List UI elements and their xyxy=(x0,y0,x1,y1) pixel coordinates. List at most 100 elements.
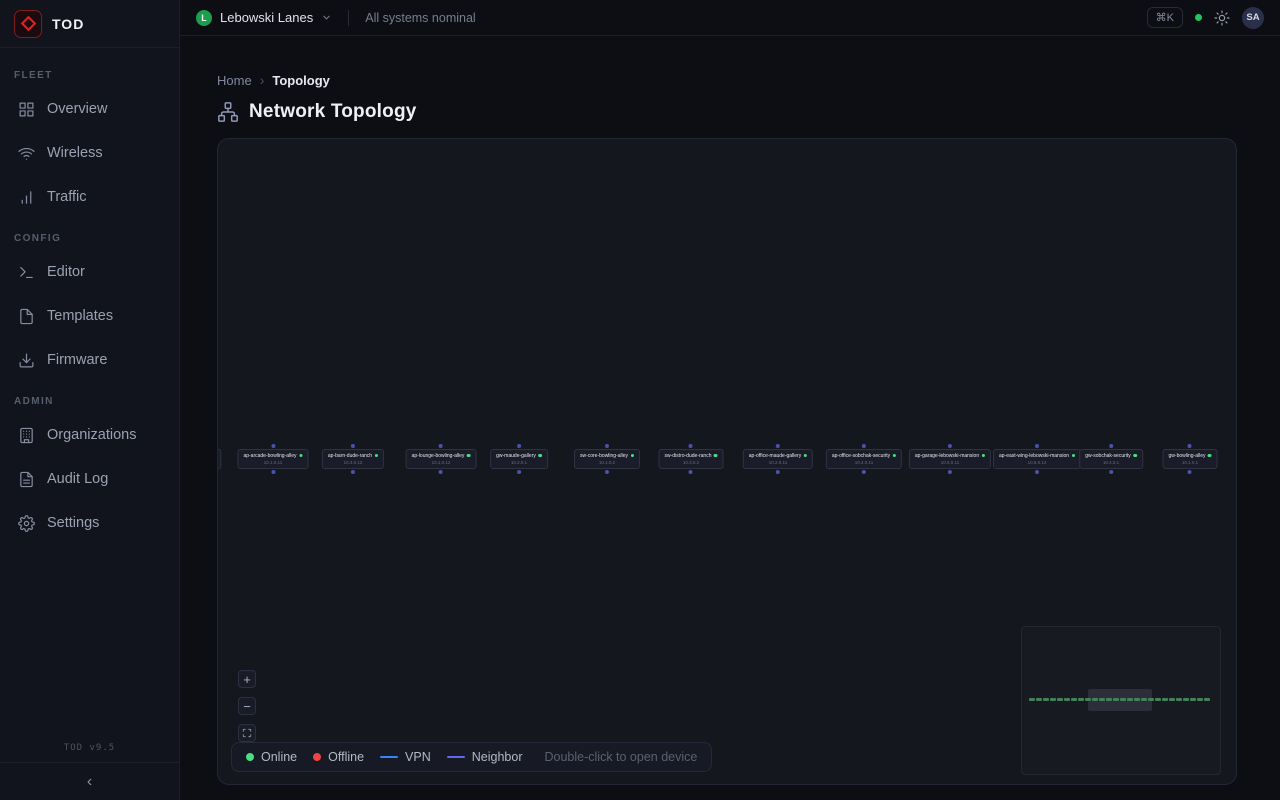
legend-offline: Offline xyxy=(313,750,364,764)
topology-node[interactable]: gw-sobchak-security10.4.0.1 xyxy=(1079,443,1143,475)
topology-node[interactable]: ap-east-wing-lebowski-mansion10.5.0.12 xyxy=(993,443,1081,475)
minimap-node-dash xyxy=(1043,698,1049,701)
node-handle-bottom xyxy=(271,470,275,474)
sidebar-item-label: Settings xyxy=(47,515,99,531)
topology-node[interactable]: ap-barn-dude-ranch10.3.0.12 xyxy=(322,443,384,475)
node-box: gw-sobchak-security10.4.0.1 xyxy=(1079,449,1143,469)
topology-node[interactable]: gw-dude-ranch10.3.0.1 xyxy=(217,443,222,475)
minimap-node-dash xyxy=(1162,698,1168,701)
minimap-dashes xyxy=(1029,698,1213,701)
node-handle-top xyxy=(271,444,275,448)
node-ip: 10.1.0.11 xyxy=(243,460,302,465)
node-box: sw-core-bowling-alley10.1.0.2 xyxy=(574,449,640,469)
sidebar-item-label: Editor xyxy=(47,264,85,280)
node-handle-bottom xyxy=(605,470,609,474)
node-box: ap-east-wing-lebowski-mansion10.5.0.12 xyxy=(993,449,1081,469)
node-status-dot xyxy=(893,454,897,458)
node-ip: 10.1.0.1 xyxy=(1169,460,1212,465)
collapse-sidebar-button[interactable]: ‹ xyxy=(77,770,102,794)
org-name: Lebowski Lanes xyxy=(220,10,313,25)
node-status-dot xyxy=(631,454,635,458)
terminal-icon xyxy=(18,264,35,281)
theme-toggle-button[interactable] xyxy=(1214,10,1230,26)
minimap-node-dash xyxy=(1064,698,1070,701)
topology-node[interactable]: ap-garage-lebowski-mansion10.5.0.11 xyxy=(909,443,991,475)
topology-node[interactable]: sw-distro-dude-ranch10.3.0.2 xyxy=(659,443,724,475)
topology-node[interactable]: ap-office-maude-gallery10.2.0.11 xyxy=(743,443,813,475)
page-title: Network Topology xyxy=(249,101,417,123)
legend-vpn: VPN xyxy=(380,750,431,764)
topology-node[interactable]: gw-bowling-alley10.1.0.1 xyxy=(1163,443,1218,475)
topology-node[interactable]: ap-arcade-bowling-alley10.1.0.11 xyxy=(237,443,308,475)
topbar-divider xyxy=(348,10,349,26)
sidebar-item-settings[interactable]: Settings xyxy=(10,501,169,545)
zoom-in-button[interactable]: + xyxy=(238,670,256,688)
topology-node[interactable]: sw-core-bowling-alley10.1.0.2 xyxy=(574,443,640,475)
sidebar-item-audit-log[interactable]: Audit Log xyxy=(10,457,169,501)
node-handle-top xyxy=(1188,444,1192,448)
minimap-node-dash xyxy=(1190,698,1196,701)
sidebar-item-organizations[interactable]: Organizations xyxy=(10,413,169,457)
node-handle-top xyxy=(517,444,521,448)
breadcrumb-home-link[interactable]: Home xyxy=(217,73,252,88)
node-handle-top xyxy=(948,444,952,448)
node-handle-top xyxy=(1035,444,1039,448)
topology-canvas[interactable]: gw-dude-ranch10.3.0.1 ap-arcade-bowling-a… xyxy=(217,138,1237,785)
node-handle-bottom xyxy=(862,470,866,474)
node-name: ap-office-maude-gallery xyxy=(749,453,801,459)
fit-view-icon xyxy=(242,728,252,738)
minimap-node-dash xyxy=(1134,698,1140,701)
node-status-dot xyxy=(375,454,379,458)
minimap-node-dash xyxy=(1197,698,1203,701)
offline-dot-icon xyxy=(313,753,321,761)
fit-view-button[interactable] xyxy=(238,724,256,742)
minimap[interactable] xyxy=(1021,626,1221,775)
user-avatar[interactable]: SA xyxy=(1242,7,1264,29)
minimap-node-dash xyxy=(1155,698,1161,701)
sun-icon xyxy=(1214,10,1230,26)
sidebar-item-templates[interactable]: Templates xyxy=(10,294,169,338)
main-area: L Lebowski Lanes All systems nominal ⌘K … xyxy=(180,0,1280,800)
node-box: ap-office-maude-gallery10.2.0.11 xyxy=(743,449,813,469)
minimap-node-dash xyxy=(1071,698,1077,701)
node-handle-top xyxy=(862,444,866,448)
sidebar-footer: ‹ xyxy=(0,762,179,800)
sidebar-item-editor[interactable]: Editor xyxy=(10,250,169,294)
sidebar-item-firmware[interactable]: Firmware xyxy=(10,338,169,382)
node-ip: 10.1.0.12 xyxy=(412,460,471,465)
node-name: gw-bowling-alley xyxy=(1169,453,1206,459)
org-switcher[interactable]: L Lebowski Lanes xyxy=(196,10,332,26)
command-palette-shortcut[interactable]: ⌘K xyxy=(1147,7,1183,28)
node-status-dot xyxy=(299,454,303,458)
node-handle-top xyxy=(605,444,609,448)
sidebar-item-traffic[interactable]: Traffic xyxy=(10,175,169,219)
node-name: sw-core-bowling-alley xyxy=(580,453,628,459)
node-handle-bottom xyxy=(1035,470,1039,474)
minimap-node-dash xyxy=(1099,698,1105,701)
node-handle-bottom xyxy=(1109,470,1113,474)
node-status-dot xyxy=(1208,454,1212,458)
node-name: ap-arcade-bowling-alley xyxy=(243,453,296,459)
sidebar-item-label: Organizations xyxy=(47,427,136,443)
zoom-out-button[interactable]: − xyxy=(238,697,256,715)
topbar: L Lebowski Lanes All systems nominal ⌘K … xyxy=(180,0,1280,36)
node-box: gw-maude-gallery10.2.0.1 xyxy=(490,449,548,469)
chevron-down-icon xyxy=(321,12,332,23)
sidebar-item-label: Overview xyxy=(47,101,107,117)
node-box: gw-dude-ranch10.3.0.1 xyxy=(217,449,222,469)
node-box: ap-garage-lebowski-mansion10.5.0.11 xyxy=(909,449,991,469)
node-box: ap-lounge-bowling-alley10.1.0.12 xyxy=(406,449,477,469)
node-ip: 10.2.0.1 xyxy=(496,460,542,465)
sidebar-item-wireless[interactable]: Wireless xyxy=(10,131,169,175)
sidebar-item-overview[interactable]: Overview xyxy=(10,87,169,131)
minimap-node-dash xyxy=(1141,698,1147,701)
node-handle-top xyxy=(689,444,693,448)
topology-node[interactable]: ap-office-sobchak-security10.4.0.11 xyxy=(826,443,902,475)
chevron-right-icon: › xyxy=(260,72,265,88)
grid-icon xyxy=(18,101,35,118)
sidebar-item-label: Firmware xyxy=(47,352,107,368)
topology-node[interactable]: ap-lounge-bowling-alley10.1.0.12 xyxy=(406,443,477,475)
node-name: ap-garage-lebowski-mansion xyxy=(915,453,979,459)
topology-node[interactable]: gw-maude-gallery10.2.0.1 xyxy=(490,443,548,475)
canvas-legend: Online Offline VPN Neighbor Double-cli xyxy=(231,742,712,772)
